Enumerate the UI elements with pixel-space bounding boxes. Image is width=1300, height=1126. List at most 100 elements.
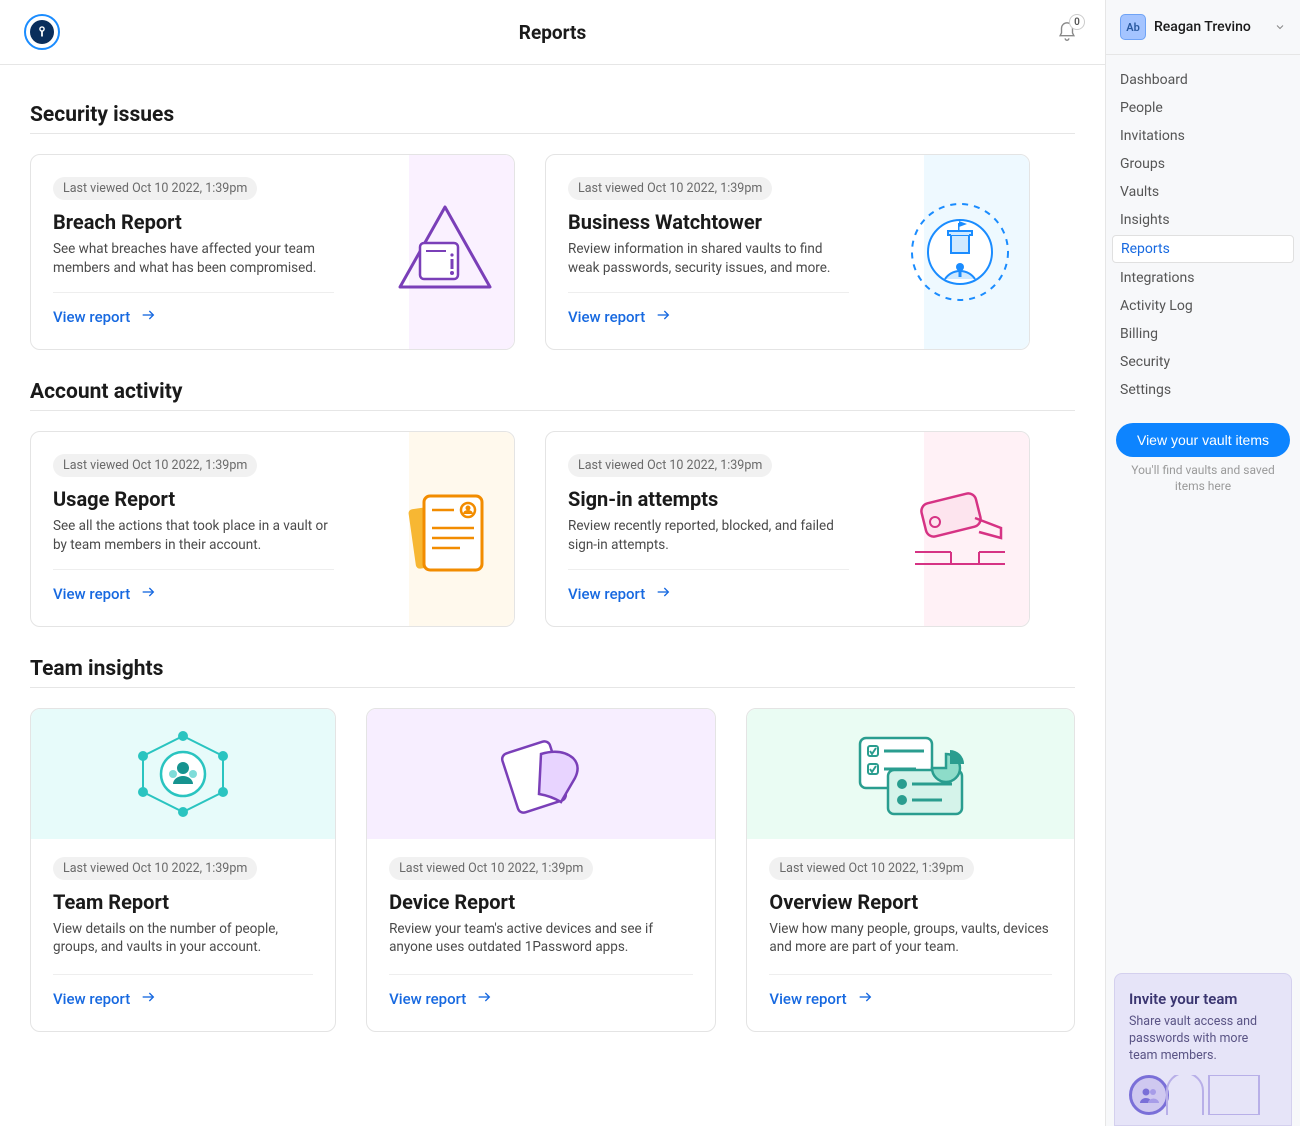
camera-icon bbox=[905, 474, 1015, 584]
view-report-label: View report bbox=[389, 990, 466, 1008]
divider bbox=[30, 687, 1075, 688]
view-report-label: View report bbox=[769, 990, 846, 1008]
card-description: Review information in shared vaults to f… bbox=[568, 240, 849, 278]
sidebar-item-dashboard[interactable]: Dashboard bbox=[1112, 67, 1294, 93]
card-title: Team Report bbox=[53, 890, 313, 914]
card-description: Review your team's active devices and se… bbox=[389, 920, 693, 960]
vault-hint-text: You'll find vaults and saved items here bbox=[1106, 463, 1300, 494]
card-title: Breach Report bbox=[53, 210, 334, 234]
team-icon bbox=[123, 724, 243, 824]
last-viewed-badge: Last viewed Oct 10 2022, 1:39pm bbox=[53, 857, 257, 880]
card-title: Business Watchtower bbox=[568, 210, 849, 234]
last-viewed-badge: Last viewed Oct 10 2022, 1:39pm bbox=[389, 857, 593, 880]
invite-art bbox=[1129, 1075, 1277, 1115]
arrow-right-icon bbox=[140, 989, 156, 1009]
view-report-label: View report bbox=[53, 585, 130, 603]
breach-icon bbox=[390, 197, 500, 307]
view-report-link[interactable]: View report bbox=[53, 307, 334, 327]
user-name: Reagan Trevino bbox=[1154, 19, 1266, 35]
view-report-link[interactable]: View report bbox=[53, 584, 334, 604]
divider bbox=[30, 133, 1075, 134]
sidebar-item-groups[interactable]: Groups bbox=[1112, 151, 1294, 177]
section-title-team: Team insights bbox=[30, 657, 1075, 681]
card-title: Device Report bbox=[389, 890, 693, 914]
arrow-right-icon bbox=[655, 307, 671, 327]
arrow-right-icon bbox=[476, 989, 492, 1009]
divider bbox=[53, 292, 334, 293]
divider bbox=[53, 974, 313, 975]
view-report-link[interactable]: View report bbox=[389, 989, 693, 1009]
divider bbox=[568, 569, 849, 570]
card-description: View how many people, groups, vaults, de… bbox=[769, 920, 1052, 960]
view-vault-items-button[interactable]: View your vault items bbox=[1116, 423, 1290, 457]
divider bbox=[769, 974, 1052, 975]
arrow-right-icon bbox=[140, 584, 156, 604]
sidebar-item-vaults[interactable]: Vaults bbox=[1112, 179, 1294, 205]
view-report-link[interactable]: View report bbox=[568, 584, 849, 604]
page-title: Reports bbox=[519, 21, 586, 44]
sidebar-item-activity-log[interactable]: Activity Log bbox=[1112, 293, 1294, 319]
card-usage-report: Last viewed Oct 10 2022, 1:39pm Usage Re… bbox=[30, 431, 515, 627]
sidebar-item-insights[interactable]: Insights bbox=[1112, 207, 1294, 233]
view-report-link[interactable]: View report bbox=[53, 989, 313, 1009]
divider bbox=[568, 292, 849, 293]
card-description: See all the actions that took place in a… bbox=[53, 517, 334, 555]
device-icon bbox=[481, 724, 601, 824]
view-report-label: View report bbox=[568, 585, 645, 603]
invite-description: Share vault access and passwords with mo… bbox=[1129, 1014, 1277, 1065]
card-description: See what breaches have affected your tea… bbox=[53, 240, 334, 278]
sidebar-item-invitations[interactable]: Invitations bbox=[1112, 123, 1294, 149]
notification-count-badge: 0 bbox=[1069, 14, 1085, 30]
content-body: Security issues Last viewed Oct 10 2022,… bbox=[0, 65, 1105, 1102]
card-team-report: Last viewed Oct 10 2022, 1:39pm Team Rep… bbox=[30, 708, 336, 1032]
card-overview-report: Last viewed Oct 10 2022, 1:39pm Overview… bbox=[746, 708, 1075, 1032]
card-business-watchtower: Last viewed Oct 10 2022, 1:39pm Business… bbox=[545, 154, 1030, 350]
divider bbox=[389, 974, 693, 975]
arrow-right-icon bbox=[857, 989, 873, 1009]
team-card-row: Last viewed Oct 10 2022, 1:39pm Team Rep… bbox=[30, 708, 1075, 1032]
last-viewed-badge: Last viewed Oct 10 2022, 1:39pm bbox=[568, 177, 772, 200]
invite-title: Invite your team bbox=[1129, 990, 1277, 1008]
card-description: View details on the number of people, gr… bbox=[53, 920, 313, 960]
watchtower-icon bbox=[905, 197, 1015, 307]
sidebar-item-reports[interactable]: Reports bbox=[1112, 235, 1294, 263]
view-report-link[interactable]: View report bbox=[769, 989, 1052, 1009]
last-viewed-badge: Last viewed Oct 10 2022, 1:39pm bbox=[568, 454, 772, 477]
logo-icon bbox=[30, 20, 54, 44]
chevron-down-icon bbox=[1274, 18, 1286, 37]
arrow-right-icon bbox=[140, 307, 156, 327]
app-logo[interactable] bbox=[24, 14, 60, 50]
view-report-label: View report bbox=[53, 308, 130, 326]
notifications-button[interactable]: 0 bbox=[1053, 18, 1081, 46]
sidebar-item-security[interactable]: Security bbox=[1112, 349, 1294, 375]
section-title-security: Security issues bbox=[30, 103, 1075, 127]
arrow-right-icon bbox=[655, 584, 671, 604]
card-breach-report: Last viewed Oct 10 2022, 1:39pm Breach R… bbox=[30, 154, 515, 350]
invite-team-panel[interactable]: Invite your team Share vault access and … bbox=[1114, 973, 1292, 1126]
sidebar-item-integrations[interactable]: Integrations bbox=[1112, 265, 1294, 291]
sidebar-nav: DashboardPeopleInvitationsGroupsVaultsIn… bbox=[1106, 67, 1300, 405]
divider bbox=[53, 569, 334, 570]
section-title-account: Account activity bbox=[30, 380, 1075, 404]
card-title: Overview Report bbox=[769, 890, 1052, 914]
card-art-band bbox=[367, 709, 715, 839]
sidebar: Ab Reagan Trevino DashboardPeopleInvitat… bbox=[1105, 0, 1300, 1126]
card-art-band bbox=[747, 709, 1074, 839]
divider bbox=[30, 410, 1075, 411]
sidebar-item-settings[interactable]: Settings bbox=[1112, 377, 1294, 403]
header: Reports 0 bbox=[0, 0, 1105, 65]
view-report-label: View report bbox=[568, 308, 645, 326]
sidebar-item-people[interactable]: People bbox=[1112, 95, 1294, 121]
user-menu[interactable]: Ab Reagan Trevino bbox=[1106, 14, 1300, 55]
card-signin-attempts: Last viewed Oct 10 2022, 1:39pm Sign-in … bbox=[545, 431, 1030, 627]
card-device-report: Last viewed Oct 10 2022, 1:39pm Device R… bbox=[366, 708, 716, 1032]
card-description: Review recently reported, blocked, and f… bbox=[568, 517, 849, 555]
view-report-link[interactable]: View report bbox=[568, 307, 849, 327]
sidebar-item-billing[interactable]: Billing bbox=[1112, 321, 1294, 347]
main-content-area: Reports 0 Security issues Last viewed Oc… bbox=[0, 0, 1105, 1126]
avatar: Ab bbox=[1120, 14, 1146, 40]
card-title: Sign-in attempts bbox=[568, 487, 849, 511]
last-viewed-badge: Last viewed Oct 10 2022, 1:39pm bbox=[769, 857, 973, 880]
card-art-band bbox=[31, 709, 335, 839]
account-card-row: Last viewed Oct 10 2022, 1:39pm Usage Re… bbox=[30, 431, 1075, 627]
